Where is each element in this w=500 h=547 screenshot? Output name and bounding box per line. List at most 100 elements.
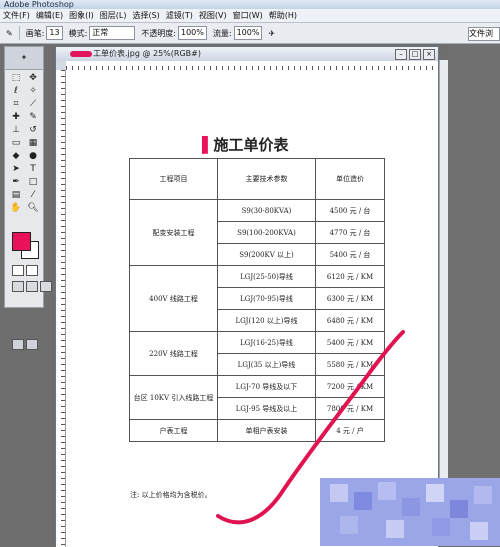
param-cell: S9(100-200KVA) bbox=[217, 221, 316, 244]
app-title: Adobe Photoshop bbox=[4, 0, 74, 9]
blur-tool-icon[interactable]: ◆ bbox=[8, 150, 24, 162]
param-cell: LGJ(35 以上)导线 bbox=[217, 353, 316, 376]
param-cell: 单相户表安装 bbox=[217, 419, 316, 442]
app-title-bar: Adobe Photoshop bbox=[0, 0, 500, 9]
toolbox: ✦ ⬚ ✥ ℓ ✧ ⌗ ⟋ ✚ ✎ ⊥ ↺ ▭ ▦ ◆ ● ➤ T ✒ □ ▤ … bbox=[4, 46, 52, 350]
menu-select[interactable]: 选择(S) bbox=[129, 9, 162, 22]
quick-mask-button[interactable] bbox=[26, 265, 38, 276]
file-browser-button[interactable]: 文件浏 bbox=[468, 27, 500, 41]
param-cell: LGJ(70-95)导线 bbox=[217, 287, 316, 310]
table-row: 220V 线路工程 LGJ(16-25)导线 5400 元 / KM bbox=[129, 331, 385, 376]
toolbox-logo[interactable]: ✦ bbox=[5, 47, 43, 70]
type-tool-icon[interactable]: T bbox=[25, 163, 41, 175]
path-select-icon[interactable]: ➤ bbox=[8, 163, 24, 175]
flow-field[interactable]: 100% bbox=[233, 26, 263, 40]
menu-edit[interactable]: 编辑(E) bbox=[33, 9, 66, 22]
divider bbox=[18, 26, 20, 40]
price-cell: 5580 元 / KM bbox=[315, 353, 385, 376]
price-table: 工程项目 主要技术参数 单位造价 配变安装工程 S9(30-80KVA) 450… bbox=[129, 158, 385, 442]
options-bar: ✎ 画笔: 13 模式: 正常 不透明度: 100% 流量: 100% ✈ bbox=[0, 23, 500, 44]
price-cell: 7800 元 / KM bbox=[315, 397, 385, 420]
brush-tool-icon[interactable]: ✎ bbox=[6, 29, 13, 38]
notes-tool-icon[interactable]: ▤ bbox=[8, 189, 24, 201]
document-title-bar[interactable]: 工单价表.jpg @ 25%(RGB#) bbox=[56, 47, 438, 61]
history-brush-icon[interactable]: ↺ bbox=[25, 124, 41, 136]
param-cell: LGJ(25-50)导线 bbox=[217, 265, 316, 288]
price-cell: 6300 元 / KM bbox=[315, 287, 385, 310]
table-row: 台区 10KV 引入线路工程 LGJ-70 导线及以下 7200 元 / KM bbox=[129, 375, 385, 420]
flow-label: 流量: bbox=[212, 28, 232, 38]
airbrush-icon[interactable]: ✈ bbox=[268, 29, 275, 38]
heading-text: 施工单价表 bbox=[213, 136, 289, 154]
jump-to-imageready[interactable] bbox=[12, 339, 24, 350]
brush-tool-icon[interactable]: ✎ bbox=[25, 111, 41, 123]
param-cell: LGJ(16-25)导线 bbox=[217, 331, 316, 354]
zoom-tool-icon[interactable]: 🔍︎ bbox=[25, 202, 41, 214]
price-cell: 4500 元 / 台 bbox=[315, 199, 385, 222]
crop-tool-icon[interactable]: ⌗ bbox=[8, 98, 24, 110]
stamp-tool-icon[interactable]: ⊥ bbox=[8, 124, 24, 136]
project-cell: 户表工程 bbox=[129, 419, 218, 442]
foreground-color-swatch[interactable] bbox=[12, 232, 31, 251]
menu-help[interactable]: 帮助(H) bbox=[266, 9, 300, 22]
table-row: 配变安装工程 S9(30-80KVA) 4500 元 / 台 bbox=[129, 199, 385, 266]
window-buttons: – □ × bbox=[395, 49, 435, 60]
standard-mode-button[interactable] bbox=[12, 265, 24, 276]
table-note: 注: 以上价格均为含税价。 bbox=[130, 491, 212, 499]
hand-tool-icon[interactable]: ✋ bbox=[8, 202, 24, 214]
price-cell: 5400 元 / KM bbox=[315, 331, 385, 354]
param-cell: LGJ-95 导线及以上 bbox=[217, 397, 316, 420]
pixelated-watermark bbox=[320, 478, 500, 546]
menu-bar: 文件(F) 编辑(E) 图象(I) 图层(L) 选择(S) 滤镜(T) 视图(V… bbox=[0, 9, 500, 23]
slice-tool-icon[interactable]: ⟋ bbox=[25, 98, 41, 110]
healing-tool-icon[interactable]: ✚ bbox=[8, 111, 24, 123]
table-header: 工程项目 bbox=[129, 158, 218, 200]
close-button[interactable]: × bbox=[423, 49, 435, 60]
table-header: 单位造价 bbox=[315, 158, 385, 200]
menu-window[interactable]: 窗口(W) bbox=[230, 9, 266, 22]
jump-to-buttons bbox=[12, 339, 38, 350]
gradient-tool-icon[interactable]: ▦ bbox=[25, 137, 41, 149]
document-heading: ▌施工单价表 bbox=[202, 134, 289, 155]
mode-label: 模式: bbox=[68, 28, 88, 38]
heading-redaction-mark: ▌ bbox=[202, 136, 214, 154]
table-row: 400V 线路工程 LGJ(25-50)导线 6120 元 / KM bbox=[129, 265, 385, 332]
screen-mode-standard[interactable] bbox=[12, 281, 24, 292]
price-cell: 4 元 / 户 bbox=[315, 419, 385, 442]
menu-image[interactable]: 图象(I) bbox=[66, 9, 97, 22]
menu-filter[interactable]: 滤镜(T) bbox=[163, 9, 196, 22]
eyedropper-icon[interactable]: ⁄ bbox=[25, 189, 41, 201]
menu-layer[interactable]: 图层(L) bbox=[97, 9, 130, 22]
title-redaction bbox=[70, 50, 92, 57]
table-header: 主要技术参数 bbox=[217, 158, 316, 200]
project-cell: 400V 线路工程 bbox=[129, 265, 218, 332]
menu-file[interactable]: 文件(F) bbox=[0, 9, 33, 22]
opacity-field[interactable]: 100% bbox=[178, 26, 207, 40]
param-cell: LGJ(120 以上)导线 bbox=[217, 309, 316, 332]
price-cell: 4770 元 / 台 bbox=[315, 221, 385, 244]
eraser-tool-icon[interactable]: ▭ bbox=[8, 137, 24, 149]
menu-view[interactable]: 视图(V) bbox=[196, 9, 230, 22]
move-tool-icon[interactable]: ✥ bbox=[25, 72, 41, 84]
vertical-ruler[interactable] bbox=[56, 70, 66, 547]
lasso-tool-icon[interactable]: ℓ bbox=[8, 85, 24, 97]
shape-tool-icon[interactable]: □ bbox=[25, 176, 41, 188]
maximize-button[interactable]: □ bbox=[409, 49, 421, 60]
brush-label: 画笔: bbox=[25, 28, 45, 38]
mode-select[interactable]: 正常 bbox=[89, 26, 136, 40]
param-cell: LGJ-70 导线及以下 bbox=[217, 375, 316, 398]
marquee-tool-icon[interactable]: ⬚ bbox=[8, 72, 24, 84]
screen-mode-buttons bbox=[12, 281, 52, 292]
minimize-button[interactable]: – bbox=[395, 49, 407, 60]
param-cell: S9(200KV 以上) bbox=[217, 243, 316, 266]
brush-size-picker[interactable]: 13 bbox=[46, 26, 63, 40]
screen-mode-full-menu[interactable] bbox=[26, 281, 38, 292]
param-cell: S9(30-80KVA) bbox=[217, 199, 316, 222]
screen-mode-full[interactable] bbox=[40, 281, 52, 292]
magic-wand-icon[interactable]: ✧ bbox=[25, 85, 41, 97]
jump-to-alt[interactable] bbox=[26, 339, 38, 350]
project-cell: 220V 线路工程 bbox=[129, 331, 218, 376]
pen-tool-icon[interactable]: ✒ bbox=[8, 176, 24, 188]
dodge-tool-icon[interactable]: ● bbox=[25, 150, 41, 162]
price-cell: 6480 元 / KM bbox=[315, 309, 385, 332]
